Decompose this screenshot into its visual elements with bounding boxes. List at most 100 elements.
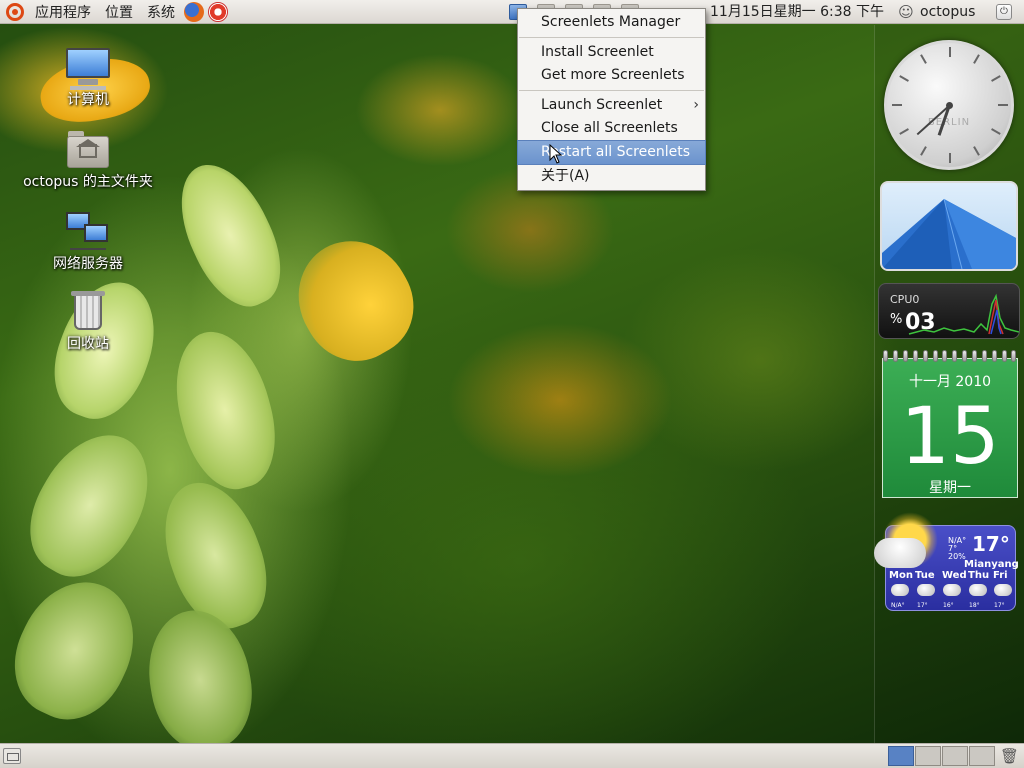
menu-item-label: Install Screenlet	[541, 44, 654, 60]
menu-item-label: 关于(A)	[541, 168, 590, 184]
picture-frame-image	[882, 198, 1016, 269]
calendar-ring	[1011, 350, 1017, 362]
desktop-icon-trash[interactable]: 回收站	[18, 290, 158, 352]
forecast-temp: 18°	[969, 602, 980, 609]
wallpaper-bud	[0, 563, 155, 737]
menu-item-get-more-screenlets[interactable]: Get more Screenlets	[518, 64, 705, 87]
clock-tick	[973, 146, 980, 156]
menu-item-restart-all-screenlets[interactable]: Restart all Screenlets	[517, 140, 706, 165]
user-switcher[interactable]: ☺ octopus	[898, 0, 975, 24]
home-folder-icon	[64, 128, 112, 170]
calendar-ring	[952, 350, 958, 362]
calendar-screenlet[interactable]: 十一月 2010 15 星期一	[881, 350, 1019, 498]
clock-tick	[899, 75, 909, 82]
menu-item-close-all-screenlets[interactable]: Close all Screenlets	[518, 117, 705, 140]
workspace-1[interactable]	[888, 746, 914, 766]
picture-frame-screenlet[interactable]	[880, 181, 1018, 271]
cpu-percent-sign: %	[890, 312, 903, 327]
trash-icon	[64, 290, 112, 332]
workspace-2[interactable]	[915, 746, 941, 766]
desktop-icon-home-folder[interactable]: octopus 的主文件夹	[18, 128, 158, 190]
menu-separator	[519, 37, 704, 38]
calendar-ring	[962, 350, 968, 362]
user-name: octopus	[920, 4, 976, 20]
clock-tick	[991, 75, 1001, 82]
clock-tick	[949, 153, 951, 163]
calendar-ring	[883, 350, 889, 362]
forecast-cloud-icon	[917, 584, 935, 596]
desktop-icon-network-servers[interactable]: 网络服务器	[18, 210, 158, 272]
help-icon[interactable]	[208, 1, 228, 22]
wallpaper-bud	[162, 150, 298, 320]
cpu-meter-screenlet[interactable]: CPU0 % 03	[878, 283, 1020, 339]
menu-item-about[interactable]: 关于(A)	[518, 165, 705, 188]
calendar-ring	[932, 350, 938, 362]
computer-icon	[64, 46, 112, 90]
desktop-icon-computer[interactable]: 计算机	[18, 46, 158, 108]
calendar-ring	[981, 350, 987, 362]
calendar-ring	[942, 350, 948, 362]
menu-item-label: Screenlets Manager	[541, 14, 681, 30]
forecast-cloud-icon	[994, 584, 1012, 596]
forecast-cloud-icon	[969, 584, 987, 596]
ubuntu-logo-icon[interactable]	[6, 2, 24, 21]
trash-applet-icon[interactable]: 🗑	[1000, 747, 1019, 765]
workspace-switcher[interactable]	[888, 746, 996, 766]
forecast-day: Thu	[968, 570, 990, 581]
calendar-day: 15	[900, 392, 1000, 482]
workspace-4[interactable]	[969, 746, 995, 766]
forecast-cloud-icon	[891, 584, 909, 596]
menu-item-label: Get more Screenlets	[541, 67, 685, 83]
menu-item-label: Restart all Screenlets	[541, 144, 690, 160]
forecast-temp: 16°	[943, 602, 954, 609]
menu-item-install-screenlet[interactable]: Install Screenlet	[518, 41, 705, 64]
cpu-value: 03	[905, 310, 936, 335]
firefox-icon[interactable]	[184, 1, 204, 22]
forecast-day: Wed	[942, 570, 967, 581]
forecast-cloud-icon	[943, 584, 961, 596]
menu-item-launch-screenlet[interactable]: Launch Screenlet ›	[518, 94, 705, 117]
mouse-cursor-icon	[549, 144, 563, 164]
forecast-temp: N/A°	[891, 602, 905, 609]
desktop-icon-label: 网络服务器	[53, 256, 123, 272]
wallpaper-bud	[138, 602, 262, 758]
forecast-day: Fri	[993, 570, 1008, 581]
menu-applications[interactable]: 应用程序	[28, 2, 98, 22]
forecast-day: Mon	[889, 570, 913, 581]
cloud-icon	[874, 538, 926, 568]
clock-tick	[998, 104, 1008, 106]
calendar-ring	[922, 350, 928, 362]
calendar-rings	[881, 350, 1019, 362]
weather-screenlet[interactable]: N/A° 7° 20% 17° Mianyang Mon Tue Wed Thu…	[874, 512, 1019, 611]
weather-temperature: 17°	[972, 532, 1010, 556]
weather-city: Mianyang	[964, 559, 1019, 570]
calendar-month: 十一月 2010	[908, 374, 992, 390]
clock-tick	[899, 128, 909, 135]
network-servers-icon	[64, 210, 112, 252]
forecast-day: Tue	[915, 570, 935, 581]
panel-clock[interactable]: 11月15日星期一 6:38 下午	[710, 0, 884, 24]
forecast-temp: 17°	[994, 602, 1005, 609]
wallpaper-bud	[160, 321, 290, 499]
cpu-label: CPU0	[890, 293, 920, 306]
calendar-ring	[991, 350, 997, 362]
top-panel: 应用程序 位置 系统 11月15日星期一 6:38 下午 ☺ octopus ⏻	[0, 0, 1024, 24]
desktop-wallpaper	[0, 0, 1024, 768]
calendar-ring	[893, 350, 899, 362]
menu-separator	[519, 90, 704, 91]
show-desktop-button[interactable]	[3, 748, 21, 764]
menu-places[interactable]: 位置	[98, 2, 140, 22]
clock-center	[946, 102, 953, 109]
menu-item-label: Launch Screenlet	[541, 97, 663, 113]
calendar-ring	[972, 350, 978, 362]
clock-tick	[920, 146, 927, 156]
desktop-icon-label: 回收站	[67, 336, 109, 352]
desktop-icon-label: octopus 的主文件夹	[23, 174, 153, 190]
calendar-page: 十一月 2010 15 星期一	[882, 358, 1018, 498]
menu-item-screenlets-manager[interactable]: Screenlets Manager	[518, 11, 705, 34]
shutdown-icon[interactable]: ⏻	[996, 4, 1012, 20]
menu-system[interactable]: 系统	[140, 2, 182, 22]
workspace-3[interactable]	[942, 746, 968, 766]
screenlets-menu: Screenlets Manager Install Screenlet Get…	[517, 8, 706, 191]
clock-screenlet[interactable]: BERLIN	[884, 40, 1014, 170]
